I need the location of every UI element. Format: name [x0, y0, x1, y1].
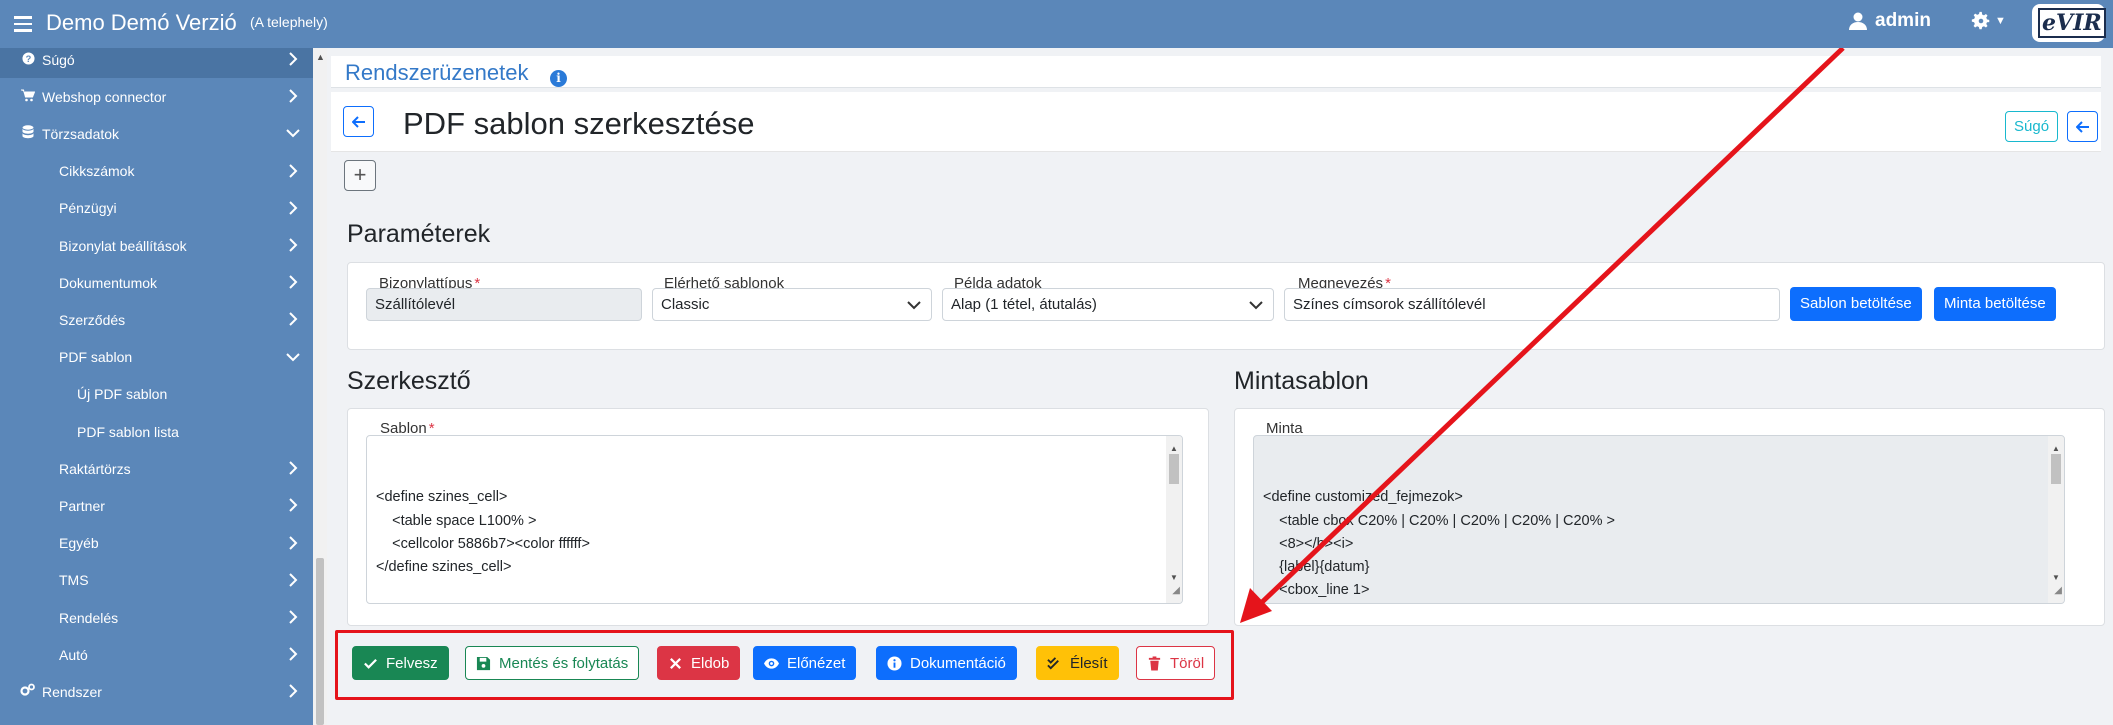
sidebar-item-rendelés[interactable]: Rendelés [0, 599, 313, 636]
user-menu[interactable]: admin [1848, 10, 1931, 32]
chevron-down-icon [286, 129, 300, 138]
sidebar-item-label: Webshop connector [42, 88, 167, 105]
sidebar-item-pdf-sablon-lista[interactable]: PDF sablon lista [0, 413, 313, 450]
sidebar-item-label: Dokumentumok [59, 274, 158, 291]
sidebar-item-szerződés[interactable]: Szerződés [0, 301, 313, 338]
sidebar-item-label: Partner [59, 497, 105, 514]
company-logo[interactable]: eVIR ▼ [2032, 4, 2113, 42]
sidebar: ? Súgó Webshop connector Törzsadatok Cikkszá… [0, 41, 327, 725]
chevron-right-icon [289, 238, 298, 252]
app-subtitle: (A telephely) [250, 14, 328, 30]
sidebar-item-tms[interactable]: TMS [0, 562, 313, 599]
sidebar-item-rendszer[interactable]: Rendszer [0, 673, 313, 710]
logo-mark: eVIR [2038, 8, 2106, 38]
sidebar-item-label: Rendelés [59, 609, 119, 626]
settings-menu[interactable]: ▼ [1970, 10, 2006, 32]
sidebar-item-label: Törzsadatok [42, 125, 120, 142]
sidebar-item-új-pdf-sablon[interactable]: Új PDF sablon [0, 376, 313, 413]
chevron-right-icon [289, 52, 298, 66]
chevron-right-icon [289, 684, 298, 699]
sidebar-item-label: Egyéb [59, 535, 99, 552]
sidebar-item-label: Új PDF sablon [77, 386, 168, 403]
sidebar-item-label: Pénzügyi [59, 200, 117, 217]
sidebar-item-pdf-sablon[interactable]: PDF sablon [0, 339, 313, 376]
hamburger-menu-icon[interactable] [14, 12, 34, 36]
sidebar-item-label: Szerződés [59, 311, 126, 328]
sidebar-item-partner[interactable]: Partner [0, 487, 313, 524]
scrollbar-thumb[interactable] [316, 558, 324, 725]
user-icon [1849, 12, 1867, 30]
chevron-right-icon [289, 163, 298, 178]
chevron-right-icon [289, 498, 298, 513]
top-bar: Demo Demó Verzió (A telephely) admin ▼ e… [0, 0, 2113, 48]
chevron-right-icon [289, 461, 298, 475]
sidebar-item-autó[interactable]: Autó [0, 636, 313, 673]
cart-icon [20, 89, 36, 105]
chevron-right-icon [289, 535, 298, 550]
sidebar-item-pénzügyi[interactable]: Pénzügyi [0, 190, 313, 227]
chevron-right-icon [289, 647, 298, 661]
sidebar-item-label: Autó [59, 646, 88, 663]
chevron-right-icon [289, 573, 298, 587]
sidebar-item-label: PDF sablon lista [77, 423, 179, 440]
sidebar-item-törzsadatok[interactable]: Törzsadatok [0, 115, 313, 152]
sidebar-item-label: Cikkszámok [59, 163, 135, 180]
question-circle-icon: ? [20, 51, 36, 68]
sidebar-item-webshop-connector[interactable]: Webshop connector [0, 78, 313, 115]
cogs-icon [20, 683, 36, 700]
sidebar-item-cikkszámok[interactable]: Cikkszámok [0, 153, 313, 190]
chevron-down-icon [286, 352, 300, 362]
scroll-up-icon[interactable]: ▲ [316, 52, 325, 62]
chevron-right-icon [289, 275, 298, 289]
database-icon [20, 125, 36, 142]
user-name: admin [1875, 10, 1931, 31]
chevron-right-icon [289, 312, 298, 327]
chevron-down-icon: ▼ [1995, 15, 2006, 27]
chevron-right-icon [289, 201, 298, 215]
sidebar-item-label: PDF sablon [59, 349, 133, 366]
sidebar-item-label: Bizonylat beállítások [59, 237, 187, 254]
app-title: Demo Demó Verzió [46, 10, 237, 35]
sidebar-item-raktártörzs[interactable]: Raktártörzs [0, 450, 313, 487]
sidebar-scrollbar[interactable]: ▲ [313, 48, 327, 725]
sidebar-item-egyéb[interactable]: Egyéb [0, 525, 313, 562]
sidebar-item-label: TMS [59, 572, 89, 589]
sidebar-item-label: Rendszer [42, 683, 102, 700]
svg-text:?: ? [25, 54, 31, 64]
sidebar-item-label: Súgó [42, 51, 75, 68]
chevron-right-icon [289, 610, 298, 624]
sidebar-item-bizonylat-beállítások[interactable]: Bizonylat beállítások [0, 227, 313, 264]
gear-icon [1971, 11, 1990, 30]
sidebar-item-label: Raktártörzs [59, 460, 131, 477]
sidebar-item-dokumentumok[interactable]: Dokumentumok [0, 264, 313, 301]
chevron-right-icon [289, 89, 298, 103]
